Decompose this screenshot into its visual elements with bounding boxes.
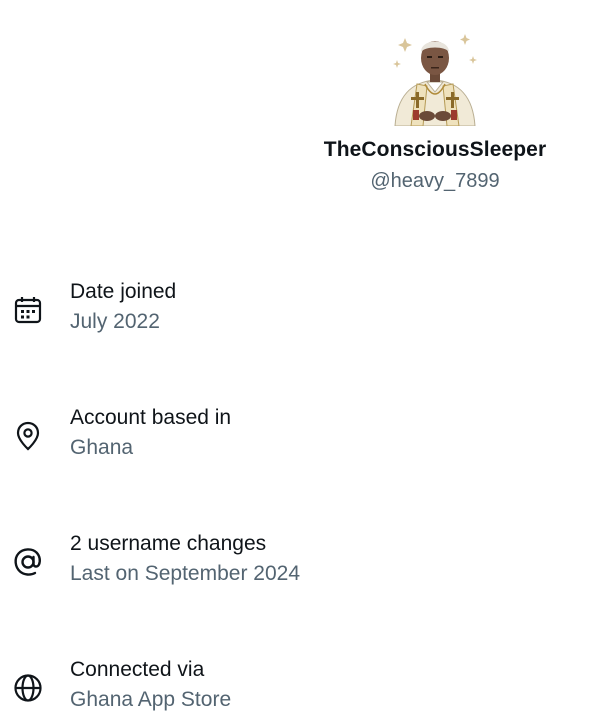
username-changes-value: Last on September 2024 bbox=[70, 562, 300, 585]
info-row-username-changes[interactable]: 2 username changes Last on September 202… bbox=[0, 532, 595, 592]
location-pin-icon bbox=[12, 420, 44, 452]
info-row-account-based-in[interactable]: Account based in Ghana bbox=[0, 406, 595, 466]
display-name: TheConsciousSleeper bbox=[323, 138, 547, 161]
info-row-connected-via[interactable]: Connected via Ghana App Store bbox=[0, 658, 595, 718]
calendar-icon bbox=[12, 294, 44, 326]
avatar[interactable] bbox=[387, 26, 483, 126]
at-sign-icon bbox=[12, 546, 44, 578]
username-changes-label: 2 username changes bbox=[70, 532, 267, 555]
date-joined-label: Date joined bbox=[70, 280, 177, 303]
username-handle: @heavy_7899 bbox=[370, 170, 500, 192]
globe-icon bbox=[12, 672, 44, 704]
profile-header: TheConsciousSleeper @heavy_7899 bbox=[300, 26, 570, 193]
connected-via-value: Ghana App Store bbox=[70, 688, 232, 711]
avatar-illustration bbox=[393, 34, 477, 126]
info-row-date-joined: Date joined July 2022 bbox=[0, 280, 595, 340]
account-based-in-label: Account based in bbox=[70, 406, 232, 429]
date-joined-value: July 2022 bbox=[70, 310, 160, 333]
account-based-in-value: Ghana bbox=[70, 436, 134, 459]
connected-via-label: Connected via bbox=[70, 658, 205, 681]
